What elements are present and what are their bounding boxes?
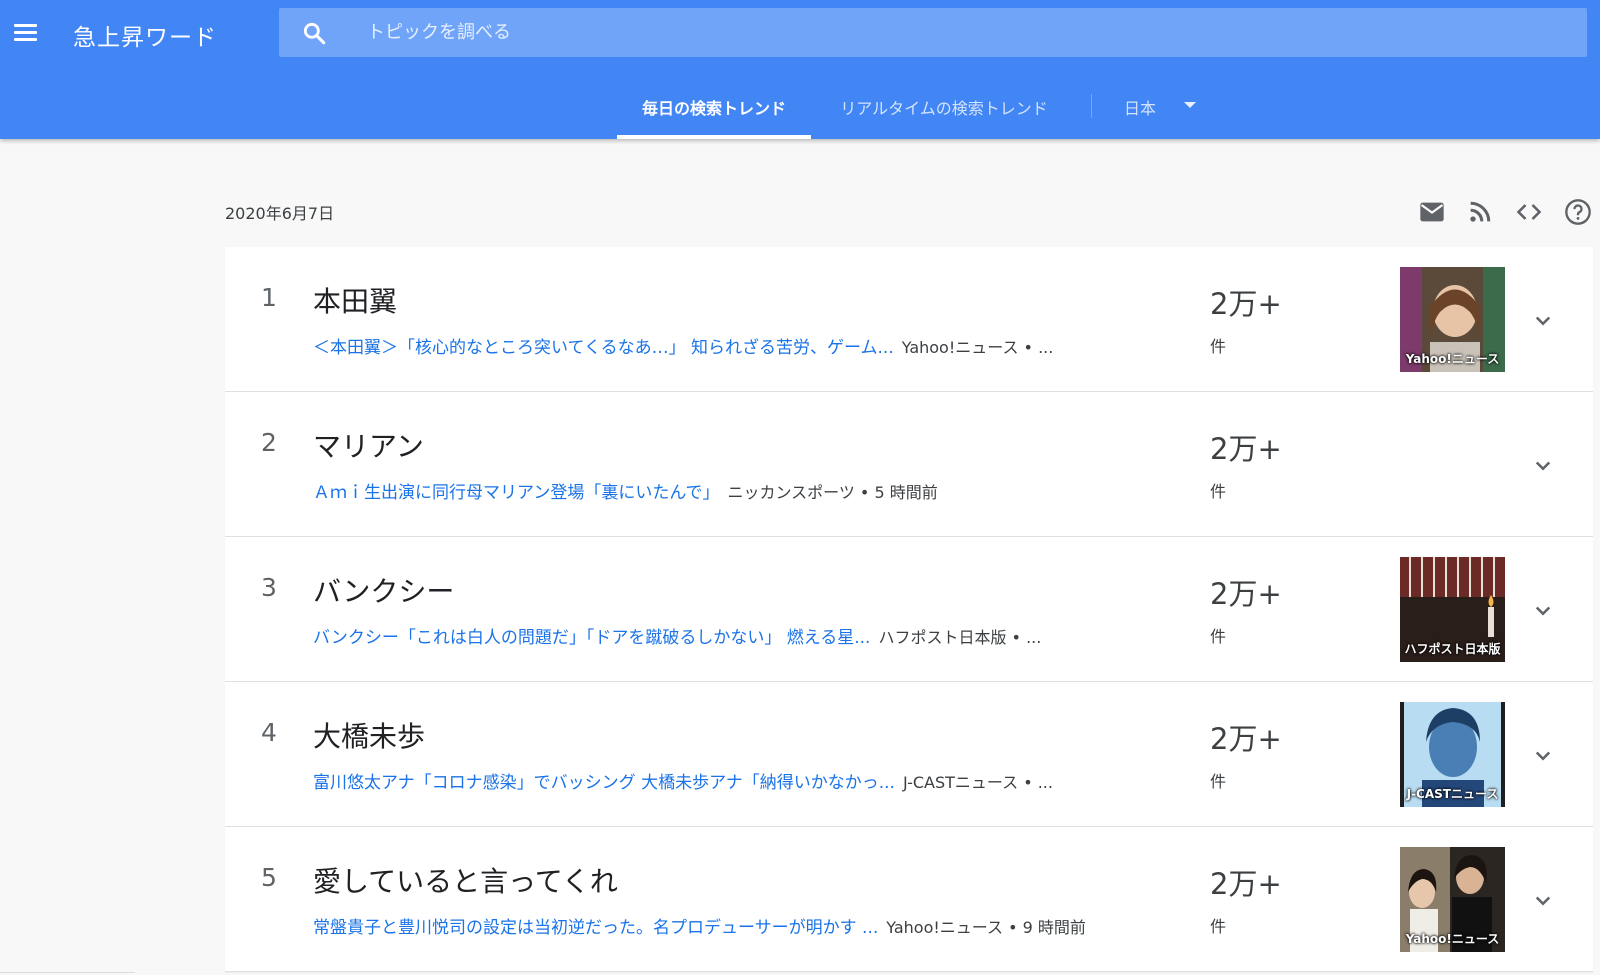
trend-article: Ａｍｉ生出演に同行母マリアン登場「裏にいたんで」 ニッカンスポーツ • 5 時間前 xyxy=(313,478,1193,503)
article-link[interactable]: バンクシー「これは白人の問題だ」「ドアを蹴破るしかない」 燃える星... xyxy=(313,628,870,648)
search-count-unit: 件 xyxy=(1210,627,1227,646)
trend-article: 富川悠太アナ「コロナ感染」でバッシング 大橋未歩アナ「納得いかなかっ... J-C… xyxy=(313,768,1193,793)
article-link[interactable]: ＜本田翼＞「核心的なところ突いてくるなあ…」 知られざる苦労、ゲーム... xyxy=(313,338,894,358)
trend-article: 常盤貴子と豊川悦司の設定は当初逆だった。名プロデューサーが明かす ... Yaho… xyxy=(313,913,1193,938)
chevron-down-icon[interactable] xyxy=(1528,595,1558,625)
chevron-down-icon[interactable] xyxy=(1528,740,1558,770)
hamburger-menu-icon[interactable] xyxy=(12,20,40,48)
mail-icon[interactable] xyxy=(1418,198,1446,226)
top-header: 急上昇ワード 毎日の検索トレンド リアルタイムの検索トレンド 日本 xyxy=(0,0,1600,139)
article-link[interactable]: 富川悠太アナ「コロナ感染」でバッシング 大橋未歩アナ「納得いかなかっ... xyxy=(313,773,895,793)
trend-title[interactable]: 大橋未歩 xyxy=(313,715,425,755)
trend-thumbnail[interactable]: Yahoo!ニュース xyxy=(1400,847,1505,952)
article-source: J-CASTニュース • ... xyxy=(902,773,1053,792)
help-icon[interactable] xyxy=(1564,198,1592,226)
trend-article: バンクシー「これは白人の問題だ」「ドアを蹴破るしかない」 燃える星... ハフポス… xyxy=(313,623,1193,648)
search-count: 2万+ xyxy=(1210,867,1282,901)
scrollbar-hint xyxy=(0,972,135,973)
article-link[interactable]: 常盤貴子と豊川悦司の設定は当初逆だった。名プロデューサーが明かす ... xyxy=(313,918,878,938)
search-count: 2万+ xyxy=(1210,722,1282,756)
trend-thumbnail[interactable]: ハフポスト日本版 xyxy=(1400,557,1505,662)
app-title[interactable]: 急上昇ワード xyxy=(73,18,217,52)
thumbnail-source: ハフポスト日本版 xyxy=(1404,642,1501,656)
embed-code-icon[interactable] xyxy=(1515,198,1543,226)
trend-row[interactable]: 4 大橋未歩 富川悠太アナ「コロナ感染」でバッシング 大橋未歩アナ「納得いかなか… xyxy=(225,682,1593,827)
article-source: ハフポスト日本版 • ... xyxy=(878,628,1042,647)
thumbnail-source: Yahoo!ニュース xyxy=(1405,932,1500,946)
search-count-unit: 件 xyxy=(1210,337,1227,356)
trend-title[interactable]: マリアン xyxy=(313,425,424,465)
search-count: 2万+ xyxy=(1210,432,1282,466)
country-select[interactable]: 日本 xyxy=(1124,95,1156,119)
trend-list: 1 本田翼 ＜本田翼＞「核心的なところ突いてくるなあ…」 知られざる苦労、ゲーム… xyxy=(225,247,1593,972)
search-count-unit: 件 xyxy=(1210,482,1227,501)
article-source: Yahoo!ニュース • 9 時間前 xyxy=(886,918,1086,937)
trend-row[interactable]: 2 マリアン Ａｍｉ生出演に同行母マリアン登場「裏にいたんで」 ニッカンスポーツ … xyxy=(225,392,1593,537)
tab-realtime-trends[interactable]: リアルタイムの検索トレンド xyxy=(829,85,1059,139)
article-source: Yahoo!ニュース • ... xyxy=(901,338,1054,357)
chevron-down-icon[interactable] xyxy=(1528,885,1558,915)
search-icon[interactable] xyxy=(301,20,327,46)
trend-row[interactable]: 1 本田翼 ＜本田翼＞「核心的なところ突いてくるなあ…」 知られざる苦労、ゲーム… xyxy=(225,247,1593,392)
article-source: ニッカンスポーツ • 5 時間前 xyxy=(727,483,938,502)
tab-divider xyxy=(1091,94,1092,118)
trend-thumbnail[interactable]: Yahoo!ニュース xyxy=(1400,267,1505,372)
trend-title[interactable]: バンクシー xyxy=(313,570,454,610)
trend-row[interactable]: 5 愛していると言ってくれ 常盤貴子と豊川悦司の設定は当初逆だった。名プロデュー… xyxy=(225,827,1593,972)
trend-rank: 4 xyxy=(261,718,277,747)
trend-thumbnail[interactable]: J-CASTニュース xyxy=(1400,702,1505,807)
trend-date: 2020年6月7日 xyxy=(225,204,335,223)
search-input[interactable] xyxy=(367,8,1567,57)
chevron-down-icon[interactable] xyxy=(1528,305,1558,335)
trend-rank: 1 xyxy=(261,283,277,312)
trend-title[interactable]: 愛していると言ってくれ xyxy=(313,860,618,900)
search-count: 2万+ xyxy=(1210,287,1282,321)
trend-rank: 2 xyxy=(261,428,277,457)
thumbnail-source: Yahoo!ニュース xyxy=(1405,352,1500,366)
dropdown-arrow-icon[interactable] xyxy=(1184,102,1196,108)
rss-icon[interactable] xyxy=(1466,198,1494,226)
trend-rank: 3 xyxy=(261,573,277,602)
trend-article: ＜本田翼＞「核心的なところ突いてくるなあ…」 知られざる苦労、ゲーム... Yah… xyxy=(313,333,1193,358)
trend-rank: 5 xyxy=(261,863,277,892)
search-count-unit: 件 xyxy=(1210,772,1227,791)
trend-row[interactable]: 3 バンクシー バンクシー「これは白人の問題だ」「ドアを蹴破るしかない」 燃える… xyxy=(225,537,1593,682)
tab-daily-trends[interactable]: 毎日の検索トレンド xyxy=(617,85,811,139)
trend-title[interactable]: 本田翼 xyxy=(313,280,397,320)
search-count: 2万+ xyxy=(1210,577,1282,611)
chevron-down-icon[interactable] xyxy=(1528,450,1558,480)
search-count-unit: 件 xyxy=(1210,917,1227,936)
thumbnail-source: J-CASTニュース xyxy=(1406,787,1499,801)
article-link[interactable]: Ａｍｉ生出演に同行母マリアン登場「裏にいたんで」 xyxy=(313,483,719,503)
search-bar[interactable] xyxy=(279,8,1587,57)
